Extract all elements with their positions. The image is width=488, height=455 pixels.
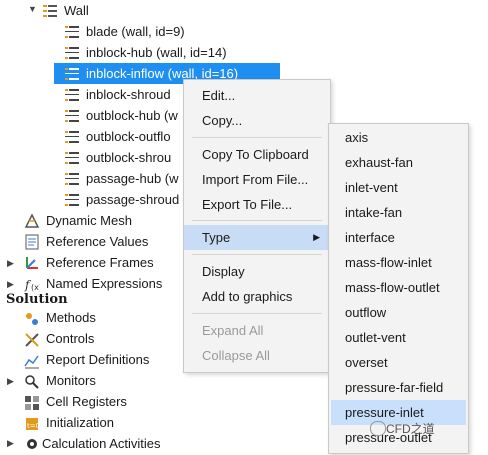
type-option-exhaust-fan[interactable]: exhaust-fan [329, 150, 468, 175]
menu-item-copy[interactable]: Copy... [184, 108, 330, 133]
menu-item-expand-all[interactable]: Expand All [184, 318, 330, 343]
menu-item-edit[interactable]: Edit... [184, 83, 330, 108]
menu-item-export-to-file[interactable]: Export To File... [184, 192, 330, 217]
reference-values-icon [24, 234, 40, 250]
boundary-icon [64, 87, 80, 103]
menu-separator [192, 137, 322, 138]
context-menu: Edit... Copy... Copy To Clipboard Import… [183, 79, 331, 373]
type-option-mass-flow-inlet[interactable]: mass-flow-inlet [329, 250, 468, 275]
reference-frames-icon [24, 255, 40, 271]
chevron-right-icon[interactable]: ▶ [7, 279, 14, 290]
type-option-axis[interactable]: axis [329, 125, 468, 150]
menu-item-import-from-file[interactable]: Import From File... [184, 167, 330, 192]
boundary-icon [64, 45, 80, 61]
menu-item-display[interactable]: Display [184, 259, 330, 284]
calculation-activities-icon [24, 436, 40, 452]
cell-registers-icon [24, 395, 40, 411]
named-expressions-icon: f(x) [24, 276, 42, 292]
solution-header[interactable]: Solution [6, 292, 68, 307]
svg-text:t=0: t=0 [27, 422, 40, 430]
boundary-icon [64, 129, 80, 145]
menu-separator [192, 220, 322, 221]
menu-item-copy-to-clipboard[interactable]: Copy To Clipboard [184, 142, 330, 167]
chevron-right-icon[interactable]: ▶ [7, 376, 14, 387]
type-submenu: axis exhaust-fan inlet-vent intake-fan i… [328, 123, 469, 454]
chevron-right-icon[interactable]: ▶ [7, 258, 14, 269]
boundary-icon [64, 24, 80, 40]
menu-item-type[interactable]: Type ▶ [184, 225, 330, 250]
chevron-right-icon: ▶ [313, 232, 320, 242]
type-option-intake-fan[interactable]: intake-fan [329, 200, 468, 225]
controls-icon [24, 332, 40, 348]
report-definitions-icon [24, 353, 40, 369]
type-option-overset[interactable]: overset [329, 350, 468, 375]
watermark: CFD之道 [386, 422, 435, 436]
menu-item-type-label: Type [202, 230, 231, 245]
type-option-outlet-vent[interactable]: outlet-vent [329, 325, 468, 350]
boundary-icon [64, 150, 80, 166]
boundary-icon [64, 108, 80, 124]
menu-item-collapse-all[interactable]: Collapse All [184, 343, 330, 368]
wechat-icon [370, 421, 386, 436]
boundary-icon [64, 66, 80, 82]
menu-separator [192, 254, 322, 255]
menu-separator [192, 313, 322, 314]
type-option-mass-flow-outlet[interactable]: mass-flow-outlet [329, 275, 468, 300]
svg-text:(x): (x) [31, 283, 40, 292]
boundary-icon [64, 171, 80, 187]
chevron-down-icon[interactable]: ▼ [28, 4, 37, 14]
chevron-right-icon[interactable]: ▶ [7, 438, 14, 449]
dynamic-mesh-icon [24, 213, 40, 229]
monitors-icon [24, 374, 40, 390]
type-option-pressure-far-field[interactable]: pressure-far-field [329, 375, 468, 400]
boundary-icon [64, 192, 80, 208]
menu-item-add-to-graphics[interactable]: Add to graphics [184, 284, 330, 309]
type-option-interface[interactable]: interface [329, 225, 468, 250]
type-option-outflow[interactable]: outflow [329, 300, 468, 325]
methods-icon [24, 311, 40, 327]
wall-group-icon [42, 3, 58, 19]
initialization-icon: t=0 [24, 416, 40, 432]
type-option-inlet-vent[interactable]: inlet-vent [329, 175, 468, 200]
